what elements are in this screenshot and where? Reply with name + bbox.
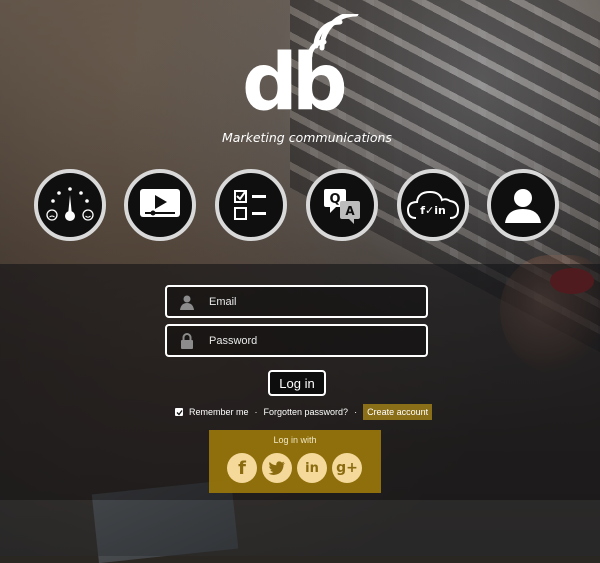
separator: · (354, 407, 358, 417)
login-options: Remember me · Forgotten password? · Crea… (175, 404, 433, 420)
email-input[interactable] (207, 294, 426, 309)
twitter-icon[interactable] (262, 453, 292, 483)
facebook-icon[interactable]: f (227, 453, 257, 483)
login-button[interactable]: Log in (268, 370, 326, 396)
email-field[interactable] (165, 285, 428, 318)
svg-text:A: A (345, 204, 355, 218)
brand-logo: db (242, 14, 372, 124)
password-field[interactable] (165, 324, 428, 357)
brand-tagline: Marketing communications (222, 130, 392, 145)
bottom-backdrop (0, 500, 600, 556)
feature-dashboard[interactable] (34, 169, 106, 241)
feature-qa[interactable]: Q A (306, 169, 378, 241)
linkedin-icon[interactable]: in (297, 453, 327, 483)
feature-checklist[interactable] (215, 169, 287, 241)
user-icon (167, 294, 207, 310)
remember-checkbox[interactable] (175, 408, 183, 416)
social-login-icons: f in g+ (227, 453, 362, 483)
dashboard-gauge-icon (46, 187, 94, 221)
separator: · (254, 407, 258, 417)
checklist-icon (234, 190, 266, 220)
social-login-panel: Log in with f in g+ (209, 430, 381, 493)
logo-wordmark: db (242, 38, 348, 128)
svg-text:f✓in: f✓in (420, 204, 446, 217)
feature-profile[interactable] (487, 169, 559, 241)
svg-text:Q: Q (329, 192, 340, 207)
lock-icon (167, 332, 207, 349)
video-player-icon (140, 189, 180, 217)
remember-label[interactable]: Remember me (189, 407, 249, 417)
forgot-password-link[interactable]: Forgotten password? (264, 407, 349, 417)
user-profile-icon (505, 189, 541, 223)
google-plus-icon[interactable]: g+ (332, 453, 362, 483)
password-input[interactable] (207, 333, 426, 348)
social-cloud-icon: f✓in (406, 190, 460, 219)
feature-social-cloud[interactable]: f✓in (397, 169, 469, 241)
social-login-title: Log in with (273, 435, 317, 445)
feature-video[interactable] (124, 169, 196, 241)
qa-chat-icon: Q A (324, 189, 360, 224)
create-account-button[interactable]: Create account (363, 404, 433, 420)
